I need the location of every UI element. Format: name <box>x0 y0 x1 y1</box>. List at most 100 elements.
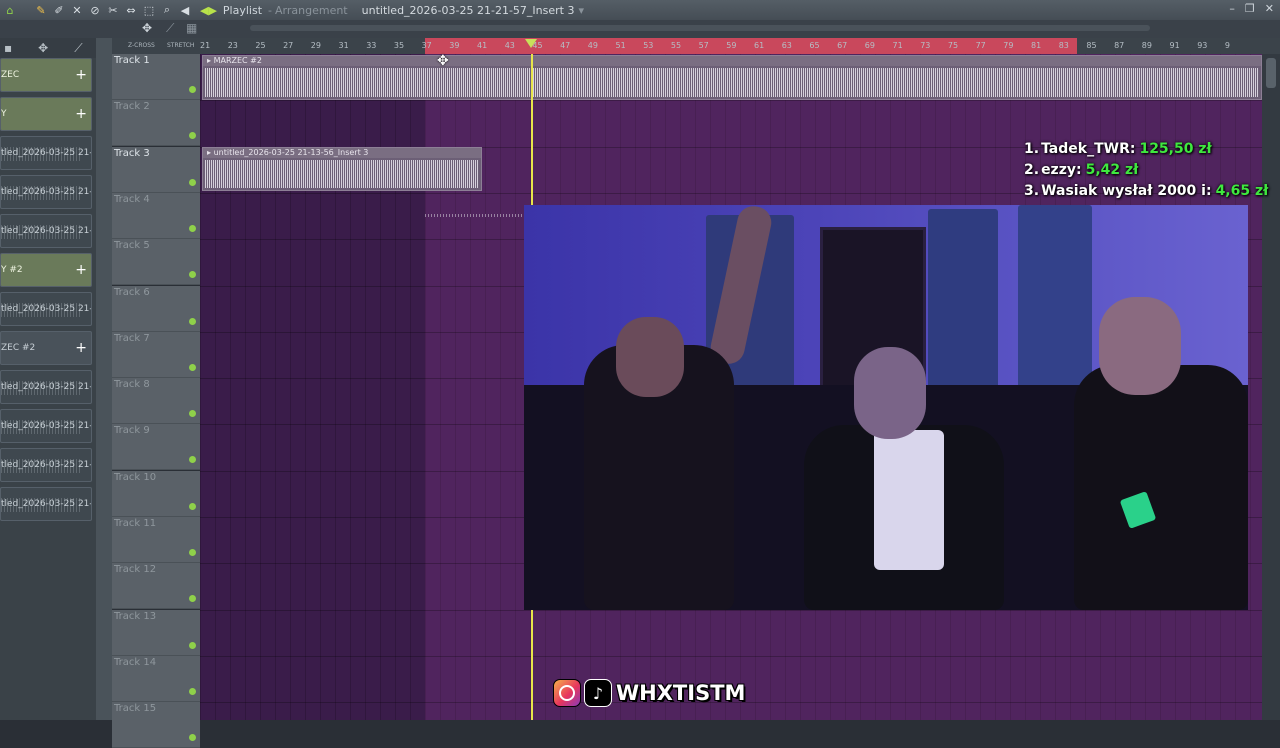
track-mute-led-icon[interactable] <box>189 502 196 510</box>
browser-clip-item[interactable]: tled_2026-03-25 21-... <box>0 136 92 170</box>
ruler-bar-number: 39 <box>449 41 460 50</box>
add-clip-icon[interactable]: + <box>75 67 87 83</box>
ruler-bar-number: 33 <box>366 41 377 50</box>
delete-tool-icon[interactable]: ✕ <box>69 2 85 18</box>
add-clip-icon[interactable]: + <box>75 106 87 122</box>
horizontal-scrollbar[interactable] <box>250 25 1150 31</box>
track-header[interactable]: Track 7 <box>112 331 200 378</box>
track-header[interactable]: Track 14 <box>112 655 200 702</box>
track-header[interactable]: Track 8 <box>112 378 200 425</box>
track-mute-led-icon[interactable] <box>189 641 196 649</box>
stretch-label[interactable]: STRETCH <box>167 42 194 49</box>
move-cursor-icon: ✥ <box>437 53 449 69</box>
donation-rank: 2. <box>1024 162 1040 178</box>
browser-clip-item[interactable]: tled_2026-03-25 21-... <box>0 214 92 248</box>
track-header[interactable]: Track 13 <box>112 609 200 656</box>
draw-tool-icon[interactable]: ✎ <box>33 2 49 18</box>
track-header[interactable]: Track 6 <box>112 285 200 332</box>
track-mute-led-icon[interactable] <box>189 410 196 418</box>
person-center-head <box>854 347 926 439</box>
zcross-label[interactable]: Z-CROSS <box>128 42 155 49</box>
browser-clip-item[interactable]: tled_2026-03-25 21-... <box>0 292 92 326</box>
close-icon[interactable]: ✕ <box>1265 2 1274 15</box>
track-header[interactable]: Track 1 <box>112 54 200 100</box>
track-header[interactable]: Track 9 <box>112 424 200 471</box>
snap-icon[interactable]: ✥ <box>142 21 152 35</box>
panel-divider[interactable] <box>96 38 112 720</box>
track-header[interactable]: Track 10 <box>112 470 200 517</box>
picker-icon[interactable]: ▪ <box>4 41 12 55</box>
track-header[interactable]: Track 12 <box>112 563 200 610</box>
clip-label: tled_2026-03-25 21-... <box>1 460 92 470</box>
track-mute-led-icon[interactable] <box>189 549 196 556</box>
browser-clip-item[interactable]: tled_2026-03-25 21-... <box>0 175 92 209</box>
track-header[interactable]: Track 15 <box>112 702 200 748</box>
ruler-bar-number: 23 <box>227 41 238 50</box>
wave-icon[interactable]: ✥ <box>38 41 48 55</box>
zoom-tool-icon[interactable]: ⌕ <box>159 2 175 18</box>
browser-clip-item[interactable]: Y + <box>0 97 92 131</box>
track-mute-led-icon[interactable] <box>189 317 196 325</box>
track-mute-led-icon[interactable] <box>189 178 196 186</box>
select-tool-icon[interactable]: ⬚ <box>141 2 157 18</box>
scroll-thumb[interactable] <box>1266 58 1276 88</box>
mute-tool-icon[interactable]: ⊘ <box>87 2 103 18</box>
audio-clip-marzec[interactable]: ▸ MARZEC #2 <box>202 55 1262 100</box>
browser-clip-item[interactable]: ZEC #2 + <box>0 331 92 365</box>
grid-icon[interactable]: ▦ <box>186 21 197 35</box>
add-clip-icon[interactable]: + <box>75 262 87 278</box>
playback-tool-icon[interactable]: ◀ <box>177 2 193 18</box>
slip-tool-icon[interactable]: ✂ <box>105 2 121 18</box>
browser-clip-item[interactable]: ZEC + <box>0 58 92 92</box>
track-header[interactable]: Track 3 <box>112 146 200 193</box>
track-header[interactable]: Track 11 <box>112 517 200 563</box>
slice-tool-icon[interactable]: ⇔ <box>123 2 139 18</box>
track-mute-led-icon[interactable] <box>189 595 196 603</box>
file-dropdown-icon[interactable]: ▾ <box>578 4 584 17</box>
track-name: Track 4 <box>114 193 150 205</box>
ruler-bar-number: 47 <box>560 41 571 50</box>
audio-clip-untitled[interactable]: ▸ untitled_2026-03-25 21-13-56_Insert 3 <box>202 147 482 191</box>
track-mute-led-icon[interactable] <box>189 132 196 140</box>
ruler-bar-number: 67 <box>837 41 848 50</box>
browser-clip-item[interactable]: Y #2 + <box>0 253 92 287</box>
fl-logo-icon[interactable]: ⌂ <box>2 2 18 18</box>
track-mute-led-icon[interactable] <box>189 86 196 93</box>
title-bar: ⌂ ✎ ✐ ✕ ⊘ ✂ ⇔ ⬚ ⌕ ◀ ◀▶ Playlist - Arrang… <box>0 0 1280 20</box>
track-mute-led-icon[interactable] <box>189 456 196 464</box>
clip-label: tled_2026-03-25 21-... <box>1 499 92 509</box>
track-name: Track 14 <box>114 656 157 668</box>
minimize-icon[interactable]: – <box>1229 2 1235 15</box>
ruler-bar-number: 41 <box>477 41 488 50</box>
track-name: Track 12 <box>114 564 157 576</box>
track-header[interactable]: Track 5 <box>112 239 200 286</box>
arrangement-label[interactable]: Arrangement <box>275 4 348 17</box>
ruler-bar-number: 63 <box>781 41 792 50</box>
browser-clip-item[interactable]: tled_2026-03-25 21-... <box>0 487 92 521</box>
ruler-bar-number: 83 <box>1058 41 1069 50</box>
paint-tool-icon[interactable]: ✐ <box>51 2 67 18</box>
track-mute-led-icon[interactable] <box>189 687 196 695</box>
playhead-marker-icon[interactable] <box>525 39 537 48</box>
clip-waveform <box>205 160 479 188</box>
edit-icon[interactable]: ⟋ <box>74 41 82 56</box>
maximize-icon[interactable]: ❐ <box>1245 2 1255 15</box>
ruler-bar-number: 59 <box>726 41 737 50</box>
track-mute-led-icon[interactable] <box>189 224 196 232</box>
track-mute-led-icon[interactable] <box>189 271 196 279</box>
browser-clip-item[interactable]: tled_2026-03-25 21-... <box>0 409 92 443</box>
track-name: Track 7 <box>114 332 150 344</box>
track-mute-led-icon[interactable] <box>189 734 196 742</box>
track-mute-led-icon[interactable] <box>189 363 196 371</box>
timeline-ruler[interactable]: Z-CROSS STRETCH 21 23 25 27 29 31 33 35 37 39 41 43… <box>112 38 1280 54</box>
donation-amount: 125,50 zł <box>1139 141 1212 157</box>
ruler-bar-number: 61 <box>754 41 765 50</box>
browser-clip-item[interactable]: tled_2026-03-25 21-... <box>0 370 92 404</box>
track-header[interactable]: Track 2 <box>112 100 200 147</box>
browser-clip-item[interactable]: tled_2026-03-25 21-... <box>0 448 92 482</box>
link-icon[interactable]: ⟋ <box>166 21 174 36</box>
track-row-divider <box>200 100 1262 102</box>
person-right-head <box>1099 297 1181 395</box>
track-header[interactable]: Track 4 <box>112 192 200 239</box>
add-clip-icon[interactable]: + <box>75 340 87 356</box>
